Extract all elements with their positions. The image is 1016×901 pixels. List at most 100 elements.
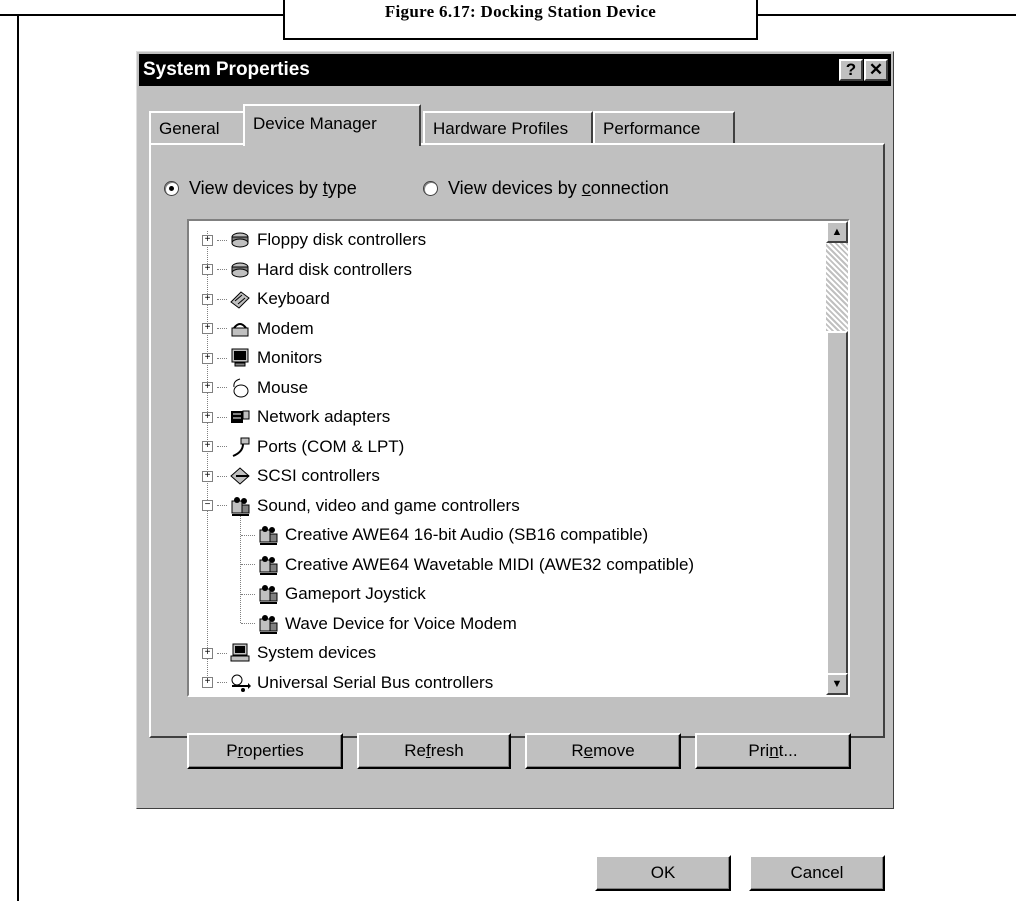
tree-branch-line (241, 623, 255, 624)
device-label: Wave Device for Voice Modem (285, 613, 517, 633)
tab-performance[interactable]: Performance (593, 111, 735, 144)
expand-icon[interactable]: + (202, 470, 213, 482)
sound-device-icon (257, 583, 279, 605)
view-by-type-radio[interactable]: View devices by type (164, 178, 357, 199)
tree-branch-line (217, 239, 227, 241)
remove-button[interactable]: Remove (525, 733, 681, 769)
device-label: Keyboard (257, 289, 330, 308)
device-tree-item[interactable]: + Floppy disk controllers (202, 225, 426, 255)
device-tree-item[interactable]: + Mouse (202, 373, 308, 403)
expand-icon[interactable]: + (202, 352, 213, 364)
device-label: Hard disk controllers (257, 259, 412, 279)
print-button[interactable]: Print... (695, 733, 851, 769)
device-tree-item-child[interactable]: Gameport Joystick (241, 579, 426, 609)
tree-branch-line (241, 534, 255, 536)
view-by-connection-radio[interactable]: View devices by connection (423, 178, 669, 199)
expand-icon[interactable]: + (202, 323, 213, 334)
view-by-type-label: View devices by type (189, 178, 357, 198)
radio-selected-indicator (164, 181, 179, 196)
device-tree-item[interactable]: + Universal Serial Bus controllers (202, 668, 494, 696)
refresh-button[interactable]: Refresh (357, 733, 511, 769)
device-tree-item[interactable]: + Monitors (202, 343, 322, 373)
tab-general[interactable]: General (149, 111, 243, 144)
device-label: Mouse (257, 377, 309, 397)
device-tree-content: + Floppy disk controllers + Hard disk contr… (189, 221, 824, 695)
usb-icon (229, 672, 251, 694)
device-label: Sound, video and game controllers (257, 495, 520, 515)
expand-icon[interactable]: + (202, 234, 213, 246)
tree-branch-line (241, 593, 255, 595)
expand-icon[interactable]: + (202, 293, 213, 305)
device-tree-item[interactable]: + System devices (202, 638, 376, 668)
device-tree-item[interactable]: + Network adapters (202, 402, 390, 432)
tree-branch-line (217, 652, 227, 654)
device-label: Monitors (257, 348, 323, 367)
device-label: Universal Serial Bus controllers (257, 672, 494, 692)
device-tree-item[interactable]: − Sound, video and game controllers (202, 491, 520, 521)
cancel-button[interactable]: Cancel (749, 855, 885, 891)
figure-caption: Figure 6.17: Docking Station Device (283, 0, 758, 40)
keyboard-icon (229, 288, 251, 310)
device-label: Modem (257, 318, 314, 338)
scroll-up-button[interactable]: ▲ (826, 221, 848, 243)
device-label: System devices (257, 643, 377, 662)
tab-hardware-profiles[interactable]: Hardware Profiles (423, 111, 593, 144)
system-properties-dialog: System Properties ? ✕ General Device Man… (136, 51, 894, 891)
tree-branch-line (217, 269, 227, 270)
computer-icon (229, 642, 251, 664)
down-arrow-icon: ▼ (831, 678, 843, 690)
tree-branch-line (217, 298, 227, 300)
device-tree-item[interactable]: + Modem (202, 314, 314, 344)
scroll-track[interactable] (826, 243, 848, 331)
collapse-icon[interactable]: − (202, 500, 213, 511)
modem-icon (229, 318, 251, 340)
device-tree-item[interactable]: + SCSI controllers (202, 461, 380, 491)
vertical-scrollbar[interactable]: ▲ ▼ (826, 221, 848, 695)
close-button[interactable]: ✕ (864, 59, 888, 81)
scsi-icon (229, 465, 251, 487)
expand-icon[interactable]: + (202, 441, 213, 452)
expand-icon[interactable]: + (202, 264, 213, 275)
device-tree-item-child[interactable]: Creative AWE64 Wavetable MIDI (AWE32 com… (241, 550, 694, 580)
expand-icon[interactable]: + (202, 677, 213, 688)
sound-device-icon (257, 613, 279, 635)
figure-frame-top-left (0, 14, 284, 16)
sound-device-icon (257, 524, 279, 546)
tab-device-manager[interactable]: Device Manager (243, 104, 421, 146)
scroll-thumb[interactable] (826, 331, 848, 675)
tree-branch-line (217, 357, 227, 359)
help-button[interactable]: ? (839, 59, 863, 81)
device-tree[interactable]: + Floppy disk controllers + Hard disk contr… (187, 219, 850, 697)
device-tree-item[interactable]: + Hard disk controllers (202, 255, 412, 285)
network-adapter-icon (229, 406, 251, 428)
device-tree-item-child[interactable]: Wave Device for Voice Modem (241, 609, 517, 639)
device-label: Creative AWE64 16-bit Audio (SB16 compat… (285, 525, 649, 544)
device-label: Floppy disk controllers (257, 230, 427, 249)
device-tree-item[interactable]: + Keyboard (202, 284, 330, 314)
expand-icon[interactable]: + (202, 382, 213, 393)
sound-device-icon (229, 495, 251, 517)
device-label: Gameport Joystick (285, 584, 426, 603)
expand-icon[interactable]: + (202, 411, 213, 423)
disk-controller-icon (229, 259, 251, 281)
device-tree-item[interactable]: + Ports (COM & LPT) (202, 432, 404, 462)
mouse-icon (229, 377, 251, 399)
monitor-icon (229, 347, 251, 369)
tree-branch-line (217, 328, 227, 329)
floppy-controller-icon (229, 229, 251, 251)
port-icon (229, 436, 251, 458)
tree-branch-line (217, 682, 227, 683)
properties-button[interactable]: Properties (187, 733, 343, 769)
device-tree-item-child[interactable]: Creative AWE64 16-bit Audio (SB16 compat… (241, 520, 648, 550)
device-label: Creative AWE64 Wavetable MIDI (AWE32 com… (285, 554, 695, 574)
tree-branch-line (217, 387, 227, 388)
title-bar: System Properties ? ✕ (139, 54, 891, 86)
radio-unselected-indicator (423, 181, 438, 196)
tree-branch-line (217, 416, 227, 418)
device-label: Ports (COM & LPT) (257, 436, 405, 456)
expand-icon[interactable]: + (202, 647, 213, 659)
scroll-down-button[interactable]: ▼ (826, 673, 848, 695)
figure-frame-top-right (756, 14, 1016, 16)
up-arrow-icon: ▲ (831, 226, 843, 238)
ok-button[interactable]: OK (595, 855, 731, 891)
